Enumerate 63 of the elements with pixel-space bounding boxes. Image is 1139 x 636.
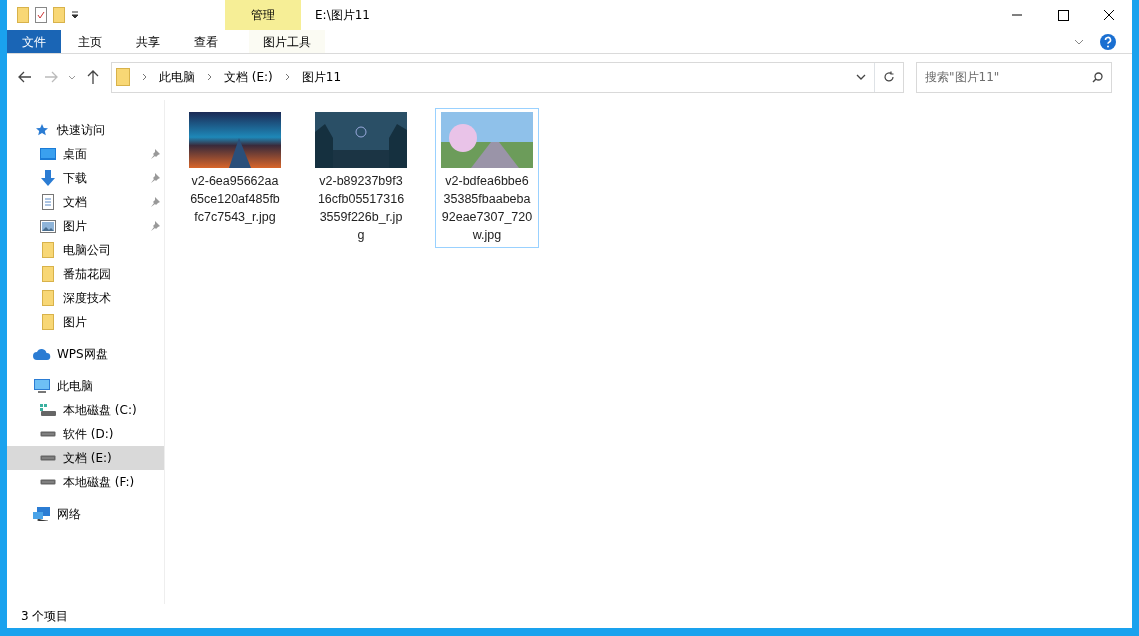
file-name: v2-bdfea6bbe6 35385fbaabeba 92eae7307_720 w.jpg [441,173,533,244]
file-item[interactable]: v2-6ea95662aa 65ce120af485fb fc7c7543_r.jpg [183,108,287,230]
sidebar-item[interactable]: 软件 (D:) [7,422,164,446]
search-field[interactable]: 搜索"图片11" [916,61,1112,93]
hard-drive-icon [40,479,56,485]
chevron-icon [284,73,290,81]
sidebar-item[interactable]: 本地磁盘 (C:) [7,398,164,422]
sidebar-item[interactable]: 电脑公司 [7,238,164,262]
ribbon-tab[interactable]: 查看 [177,30,235,53]
breadcrumb-item[interactable]: 此电脑 [155,68,199,86]
file-item[interactable]: v2-b89237b9f3 16cfb05517316 3559f226b_r.jp g [309,108,413,248]
star-icon [35,123,49,137]
network-icon [33,507,51,521]
monitor-icon [34,379,50,393]
ribbon-tab[interactable]: 主页 [61,30,119,53]
document-icon [42,194,54,210]
sidebar-item[interactable]: 文档 [7,190,164,214]
help-icon[interactable] [1100,33,1116,50]
folder-icon [42,266,54,282]
status-text: 3 个项目 [20,608,70,625]
hard-drive-icon [40,404,56,416]
chevron-icon [207,73,212,81]
chevron-icon [142,73,147,81]
sidebar-item[interactable]: 下载 [7,166,164,190]
context-tab[interactable]: 图片工具 [249,30,325,53]
ribbon-group-label: 管理 [225,0,301,30]
customize-dropdown-icon[interactable] [71,10,79,20]
sidebar-item[interactable]: 图片 [7,214,164,238]
file-name: v2-b89237b9f3 16cfb05517316 3559f226b_r.jp g [317,173,405,244]
folder-icon [42,242,54,258]
breadcrumb-item[interactable]: 图片11 [297,68,346,86]
folder-icon [116,68,130,86]
folder-icon [42,314,54,330]
window-title: E:\图片11 [314,7,371,24]
sidebar-item[interactable]: 深度技术 [7,286,164,310]
maximize-icon[interactable] [1057,9,1069,21]
file-item[interactable]: v2-bdfea6bbe6 35385fbaabeba 92eae7307_720 w.jpg [435,108,539,248]
file-tab[interactable]: 文件 [7,30,61,53]
address-bar[interactable]: 此电脑 文档 (E:) 图片11 [111,61,904,93]
sidebar-item[interactable]: 文档 (E:) [7,446,164,470]
close-icon[interactable] [1103,9,1115,21]
hard-drive-icon [40,455,56,461]
file-name: v2-6ea95662aa 65ce120af485fb fc7c7543_r.jpg [190,173,280,226]
folder-icon [42,290,54,306]
cloud-icon [33,348,51,360]
search-icon [1092,71,1103,83]
properties-icon[interactable] [35,7,47,23]
expand-ribbon-icon[interactable] [1074,38,1084,45]
download-arrow-icon [41,170,55,186]
desktop-icon [40,148,56,160]
ribbon-tab[interactable]: 共享 [119,30,177,53]
sidebar-item[interactable]: WPS网盘 [7,342,164,366]
sidebar-item[interactable]: 图片 [7,310,164,334]
sidebar-item[interactable]: 桌面 [7,142,164,166]
breadcrumb-item[interactable]: 文档 (E:) [220,68,277,86]
sidebar-item[interactable]: 快速访问 [7,118,164,142]
sidebar-item[interactable]: 番茄花园 [7,262,164,286]
hard-drive-icon [40,431,56,437]
sidebar-item[interactable]: 本地磁盘 (F:) [7,470,164,494]
picture-icon [40,219,56,233]
sidebar-item[interactable]: 此电脑 [7,374,164,398]
minimize-icon[interactable] [1011,14,1023,16]
sidebar-item[interactable]: 网络 [7,502,164,526]
